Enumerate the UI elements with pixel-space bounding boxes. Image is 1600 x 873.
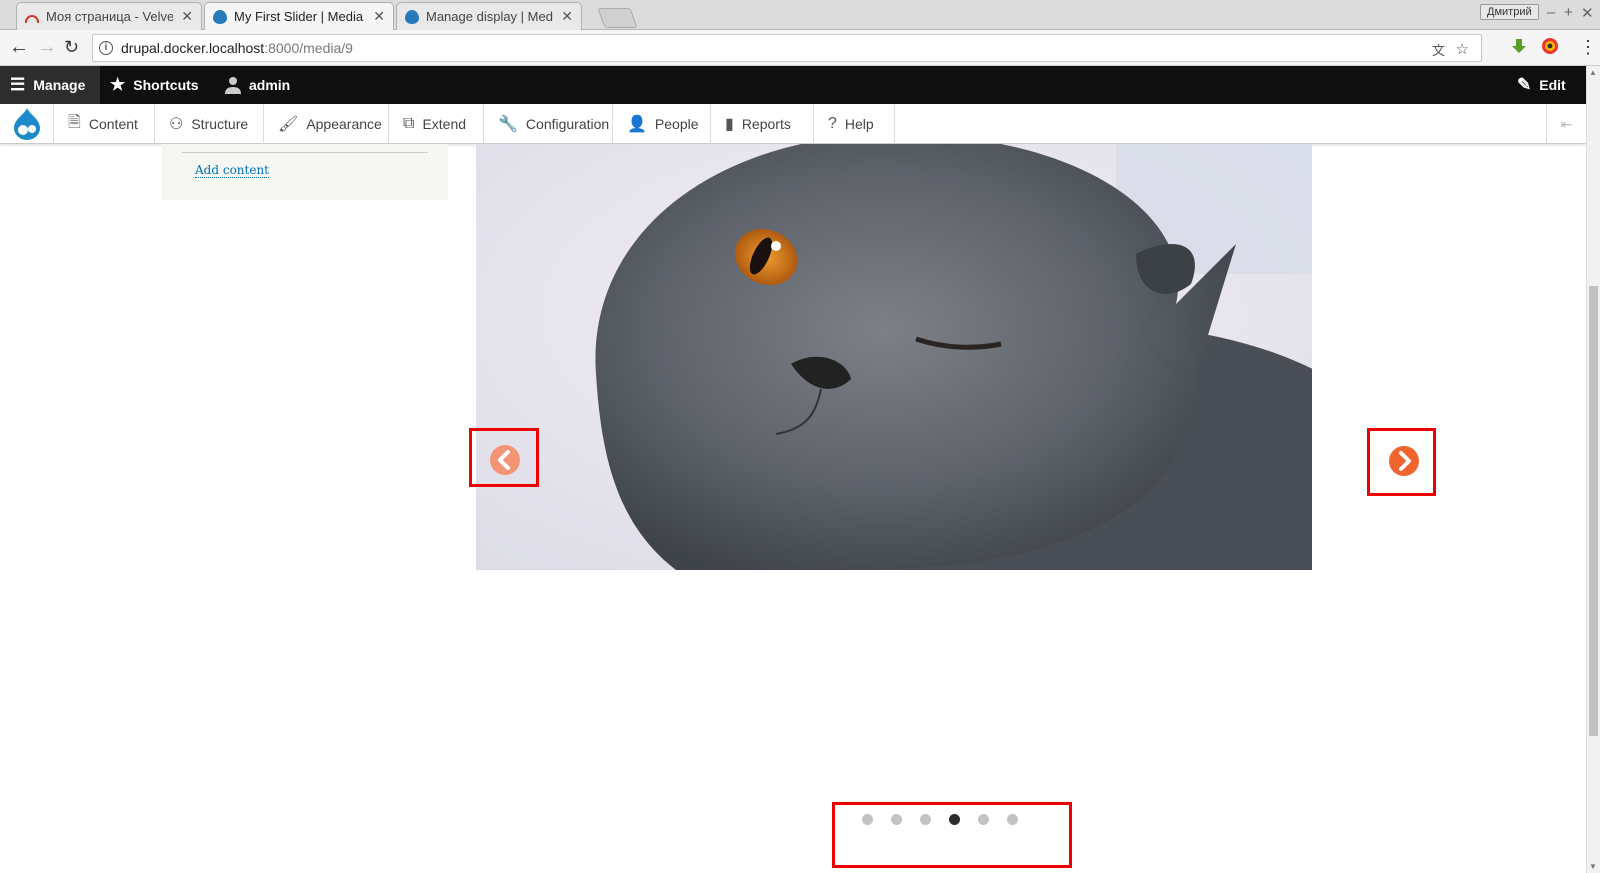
user-button[interactable]: admin (225, 66, 290, 104)
manage-label: Manage (33, 77, 86, 93)
chevron-right-icon (1389, 446, 1419, 476)
star-icon: ★ (110, 75, 126, 94)
user-icon (225, 77, 241, 94)
browser-tab-strip: Моя страница - Velvet ✕ My First Slider … (0, 0, 1600, 30)
url-text: drupal.docker.localhost:8000/media/9 (121, 40, 353, 56)
menu-item-extend[interactable]: ⧉ Extend (389, 104, 484, 144)
edit-label: Edit (1539, 77, 1566, 93)
menu-item-structure[interactable]: ⚇ Structure (155, 104, 264, 144)
download-extension-icon[interactable] (1510, 37, 1528, 55)
drupal-favicon-icon (213, 9, 227, 24)
velvet-favicon-icon (25, 14, 39, 23)
scroll-up-icon[interactable]: ▲ (1589, 68, 1597, 77)
user-label: admin (249, 77, 291, 93)
reload-icon[interactable]: ↻ (64, 36, 79, 58)
close-tab-icon[interactable]: ✕ (561, 8, 573, 25)
browser-menu-icon[interactable]: ⋮ (1579, 36, 1597, 58)
bookmark-star-icon[interactable]: ☆ (1456, 40, 1469, 58)
hamburger-icon: ☰ (10, 75, 26, 94)
pagination-dot[interactable] (891, 814, 902, 825)
edit-button[interactable]: ✎ Edit (1517, 66, 1566, 104)
tab-title: Моя страница - Velvet (46, 9, 174, 24)
chevron-left-icon (490, 445, 520, 475)
pagination-dot[interactable] (978, 814, 989, 825)
admin-menu-tray: 🗎 Content ⚇ Structure 🖌 Appearance ⧉ Extend … (0, 104, 1586, 144)
menu-item-label: Extend (422, 116, 467, 132)
close-tab-icon[interactable]: ✕ (373, 8, 385, 25)
shortcuts-label: Shortcuts (133, 77, 199, 93)
scrollbar-thumb[interactable] (1589, 286, 1598, 736)
color-extension-icon[interactable] (1541, 37, 1559, 55)
menu-item-reports[interactable]: ▮ Reports (711, 104, 814, 144)
site-info-icon[interactable]: i (99, 41, 113, 55)
menu-item-help[interactable]: ? Help (814, 104, 895, 144)
slider-pagination (862, 814, 1018, 826)
forward-icon[interactable]: → (37, 36, 57, 58)
profile-badge[interactable]: Дмитрий (1480, 4, 1539, 20)
url-path: :8000/media/9 (264, 40, 353, 56)
menu-item-label: Appearance (306, 116, 382, 132)
translate-icon[interactable]: 文 (1432, 40, 1445, 59)
menu-item-label: Content (88, 116, 138, 132)
browser-tab-1[interactable]: Моя страница - Velvet ✕ (16, 2, 202, 30)
url-input[interactable]: i drupal.docker.localhost:8000/media/9 文… (92, 34, 1482, 62)
menu-item-configuration[interactable]: 🔧 Configuration (484, 104, 613, 144)
browser-tab-2[interactable]: My First Slider | Media ✕ (204, 2, 394, 30)
help-icon: ? (828, 115, 837, 132)
drupal-favicon-icon (405, 9, 419, 24)
sidebar-block: Add content (162, 144, 448, 200)
menu-item-content[interactable]: 🗎 Content (54, 104, 155, 144)
menu-item-label: People (654, 116, 699, 132)
scroll-down-icon[interactable]: ▼ (1589, 862, 1597, 871)
drupal-logo-icon[interactable] (0, 104, 54, 144)
pagination-dot[interactable] (920, 814, 931, 825)
menu-item-label: Reports (741, 116, 791, 132)
sitemap-icon: ⚇ (169, 116, 184, 133)
browser-tab-3[interactable]: Manage display | Medi ✕ (396, 2, 582, 30)
shortcuts-button[interactable]: ★ Shortcuts (110, 66, 199, 104)
pagination-dot[interactable] (862, 814, 873, 825)
pagination-highlight (832, 802, 1072, 868)
next-arrow-button[interactable] (1389, 446, 1419, 476)
menu-item-people[interactable]: 👤 People (613, 104, 711, 144)
pagination-dot[interactable] (1007, 814, 1018, 825)
tab-title: My First Slider | Media (234, 9, 364, 24)
menu-item-label: Help (844, 116, 874, 132)
close-tab-icon[interactable]: ✕ (181, 8, 193, 25)
browser-address-bar: ← → ↻ i drupal.docker.localhost:8000/med… (0, 30, 1600, 66)
collapse-toolbar-icon[interactable]: ⇤ (1546, 104, 1586, 144)
page-icon: 🗎 (68, 113, 81, 131)
back-icon[interactable]: ← (9, 36, 29, 58)
pencil-icon: ✎ (1517, 75, 1532, 94)
close-window-icon[interactable]: ✕ (1581, 4, 1594, 22)
menu-item-appearance[interactable]: 🖌 Appearance (264, 104, 389, 144)
slider-image (476, 144, 1312, 570)
menu-item-label: Configuration (525, 116, 610, 132)
menu-item-label: Structure (191, 116, 249, 132)
page-scrollbar[interactable]: ▲ ▼ (1586, 66, 1600, 873)
bar-chart-icon: ▮ (725, 116, 734, 133)
people-icon: 👤 (627, 116, 647, 133)
brush-icon: 🖌 (278, 116, 299, 133)
divider (182, 152, 428, 153)
new-tab-button[interactable] (597, 8, 638, 28)
cat-photo (476, 144, 1312, 570)
pagination-dot[interactable] (949, 814, 960, 825)
manage-button[interactable]: ☰ Manage (0, 66, 100, 104)
url-host: drupal.docker.localhost (121, 40, 265, 56)
puzzle-icon: ⧉ (403, 115, 415, 132)
admin-toolbar: ☰ Manage ★ Shortcuts admin ✎ Edit (0, 66, 1586, 104)
minimize-icon[interactable]: – (1547, 4, 1555, 21)
maximize-icon[interactable]: + (1564, 4, 1573, 21)
add-content-link[interactable]: Add content (195, 163, 269, 178)
tab-title: Manage display | Medi (426, 9, 554, 24)
prev-arrow-button[interactable] (490, 445, 520, 475)
wrench-icon: 🔧 (498, 116, 518, 133)
